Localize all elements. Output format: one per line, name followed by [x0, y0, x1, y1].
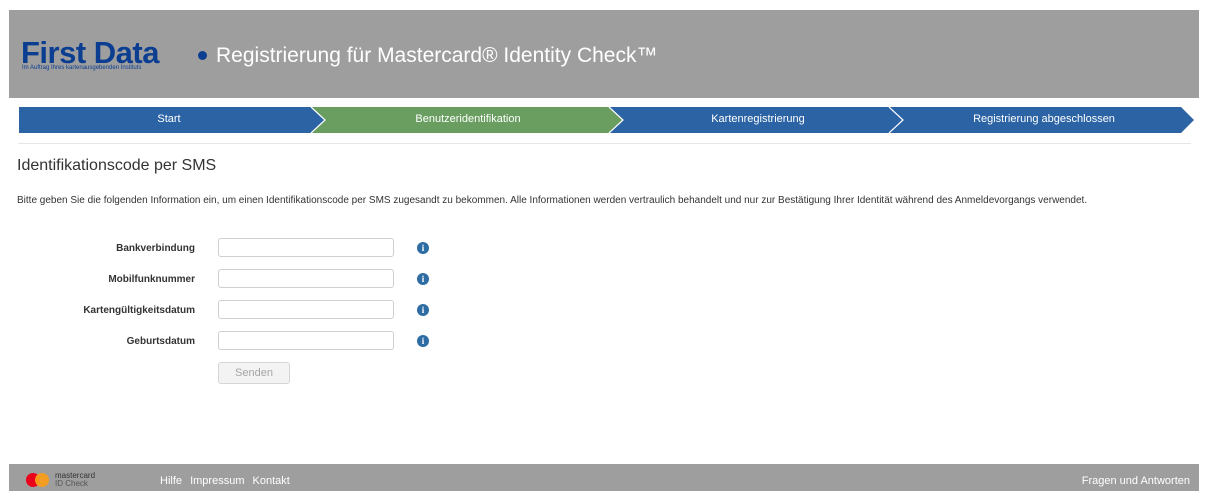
bankverbindung-label: Bankverbindung [116, 243, 195, 254]
form-row-geburtsdatum: Geburtsdatum i [9, 331, 469, 353]
step-kartenregistrierung: Kartenregistrierung [711, 113, 805, 125]
info-icon[interactable]: i [417, 304, 429, 316]
footer-link-faq[interactable]: Fragen und Antworten [1082, 475, 1190, 487]
footer: mastercard ID Check Hilfe Impressum Kont… [9, 464, 1199, 491]
form-row-mobilfunknummer: Mobilfunknummer i [9, 269, 469, 291]
info-icon[interactable]: i [417, 242, 429, 254]
submit-button[interactable]: Senden [218, 362, 290, 384]
first-data-logo: First Data Im Auftrag Ihres kartenausgeb… [21, 35, 211, 73]
header: First Data Im Auftrag Ihres kartenausgeb… [9, 10, 1199, 98]
logo-dot [198, 51, 207, 60]
footer-link-impressum[interactable]: Impressum [190, 475, 244, 487]
form-row-kartengueltigkeitsdatum: Kartengültigkeitsdatum i [9, 300, 469, 322]
form-row-bankverbindung: Bankverbindung i [9, 238, 469, 260]
footer-link-kontakt[interactable]: Kontakt [253, 475, 290, 487]
step-registrierung-abgeschlossen: Registrierung abgeschlossen [973, 113, 1115, 125]
mastercard-logo-text: mastercard ID Check [55, 472, 95, 488]
page-header-title: Registrierung für Mastercard® Identity C… [216, 44, 658, 67]
footer-links: Hilfe Impressum Kontakt [160, 475, 295, 487]
kartengueltigkeitsdatum-label: Kartengültigkeitsdatum [83, 305, 195, 316]
bankverbindung-input[interactable] [218, 238, 394, 257]
info-icon[interactable]: i [417, 335, 429, 347]
mastercard-brand-line2: ID Check [55, 479, 88, 488]
divider [18, 143, 1191, 144]
kartengueltigkeitsdatum-input[interactable] [218, 300, 394, 319]
info-icon[interactable]: i [417, 273, 429, 285]
mobilfunknummer-input[interactable] [218, 269, 394, 288]
logo-subtitle: Im Auftrag Ihres kartenausgebenden Insti… [22, 65, 142, 71]
page: First Data Im Auftrag Ihres kartenausgeb… [9, 10, 1199, 491]
progress-steps: Start Benutzeridentifikation Kartenregis… [19, 107, 1194, 133]
mastercard-yellow-circle [35, 473, 49, 487]
intro-text: Bitte geben Sie die folgenden Informatio… [17, 195, 1088, 206]
geburtsdatum-input[interactable] [218, 331, 394, 350]
step-benutzeridentifikation: Benutzeridentifikation [415, 113, 521, 125]
mobilfunknummer-label: Mobilfunknummer [108, 274, 195, 285]
step-start: Start [157, 113, 181, 125]
mastercard-id-check-logo: mastercard ID Check [26, 472, 126, 489]
geburtsdatum-label: Geburtsdatum [126, 336, 195, 347]
page-title: Identifikationscode per SMS [17, 157, 217, 174]
footer-link-hilfe[interactable]: Hilfe [160, 475, 182, 487]
